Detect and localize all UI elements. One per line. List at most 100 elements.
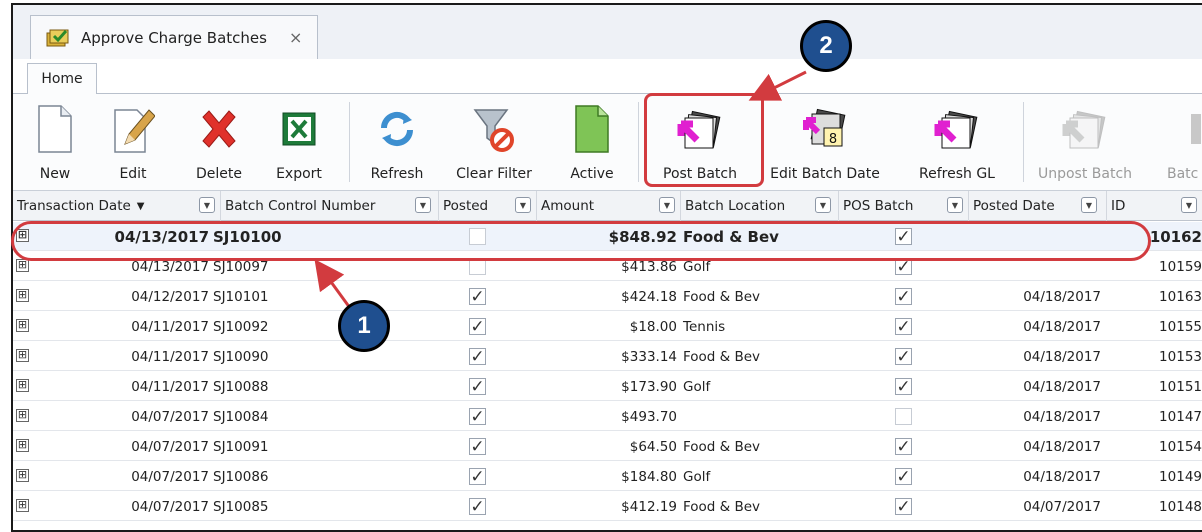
column-header-transaction-date[interactable]: Transaction Date ▼ ▼ — [13, 191, 221, 221]
pos-batch-checkbox[interactable]: ✓ — [895, 257, 912, 277]
column-header-posted-date[interactable]: Posted Date ▼ — [969, 191, 1107, 221]
table-row[interactable]: ⊞ 04/11/2017 SJ10090 ✓ $333.14 Food & Bev ✓ 04/… — [13, 342, 1202, 371]
close-tab-icon[interactable]: × — [289, 28, 302, 47]
ribbon-tab-strip: Home — [13, 59, 1202, 95]
posted-checkbox[interactable] — [469, 258, 486, 275]
column-header-batch-location[interactable]: Batch Location ▼ — [681, 191, 839, 221]
id-cell: 10151 — [1159, 378, 1202, 395]
tab-home[interactable]: Home — [27, 63, 97, 95]
id-cell: 10162 — [1149, 227, 1202, 246]
batch-button-partial[interactable]: Batc — [1161, 94, 1202, 191]
refresh-gl-button[interactable]: Refresh GL — [911, 94, 1003, 191]
pos-batch-checkbox[interactable]: ✓ — [895, 317, 912, 337]
id-cell: 10149 — [1159, 468, 1202, 485]
filter-dropdown-icon[interactable]: ▼ — [1181, 197, 1197, 213]
grid-header: Transaction Date ▼ ▼ Batch Control Numbe… — [13, 191, 1202, 221]
posted-date-cell: 04/18/2017 — [1023, 408, 1101, 425]
column-header-batch-control-number[interactable]: Batch Control Number ▼ — [221, 191, 439, 221]
posted-checkbox[interactable] — [469, 228, 486, 245]
pos-batch-checkbox[interactable]: ✓ — [895, 347, 912, 367]
batch-control-number-cell: SJ10086 — [213, 468, 269, 485]
table-row[interactable]: ⊞ 04/13/2017 SJ10097 $413.86 Golf ✓ 10159 — [13, 252, 1202, 281]
unpost-batch-icon — [1062, 110, 1106, 149]
id-cell: 10147 — [1159, 408, 1202, 425]
amount-cell: $173.90 — [621, 378, 677, 395]
post-batch-label: Post Batch — [663, 166, 737, 182]
pos-batch-checkbox[interactable]: ✓ — [895, 287, 912, 307]
unpost-batch-button[interactable]: Unpost Batch — [1031, 94, 1139, 191]
batch-control-number-cell: SJ10101 — [213, 288, 269, 305]
refresh-gl-icon — [934, 110, 978, 149]
post-batch-button[interactable]: Post Batch — [655, 94, 745, 191]
batch-control-number-cell: SJ10088 — [213, 378, 269, 395]
posted-checkbox[interactable]: ✓ — [469, 497, 486, 517]
pos-batch-checkbox[interactable]: ✓ — [895, 497, 912, 517]
batch-location-cell: Food & Bev — [683, 348, 761, 365]
posted-date-cell — [969, 252, 1101, 281]
filter-dropdown-icon[interactable]: ▼ — [947, 197, 963, 213]
table-row[interactable]: ⊞ 04/07/2017 SJ10084 ✓ $493.70 04/18/2017 1014… — [13, 402, 1202, 431]
new-label: New — [39, 166, 71, 182]
column-header-amount[interactable]: Amount ▼ — [537, 191, 681, 221]
posted-checkbox[interactable]: ✓ — [469, 347, 486, 367]
table-row[interactable]: ⊞ 04/11/2017 SJ10092 ✓ $18.00 Tennis ✓ 04/18/20… — [13, 312, 1202, 341]
batch-control-number-cell: SJ10085 — [213, 498, 269, 515]
amount-cell: $424.18 — [621, 288, 677, 305]
pos-batch-checkbox[interactable]: ✓ — [895, 227, 912, 247]
amount-header: Amount — [541, 198, 595, 214]
ribbon-toolbar: New Edit Delete Export Refresh Clear Fil… — [13, 94, 1202, 191]
document-tab[interactable]: Approve Charge Batches × — [30, 15, 318, 59]
posted-checkbox[interactable]: ✓ — [469, 317, 486, 337]
pos-batch-checkbox[interactable]: ✓ — [895, 437, 912, 457]
batch-icon — [1191, 114, 1201, 144]
amount-cell: $412.19 — [621, 498, 677, 515]
table-row[interactable]: ⊞ 04/12/2017 SJ10101 ✓ $424.18 Food & Bev ✓ 04/… — [13, 282, 1202, 311]
filter-dropdown-icon[interactable]: ▼ — [415, 197, 431, 213]
posted-checkbox[interactable]: ✓ — [469, 437, 486, 457]
pos-batch-checkbox[interactable]: ✓ — [895, 377, 912, 397]
batch-location-cell: Golf — [683, 468, 711, 485]
filter-dropdown-icon[interactable]: ▼ — [515, 197, 531, 213]
batch-location-cell: Tennis — [683, 318, 726, 335]
table-row[interactable]: ⊞ 04/11/2017 SJ10088 ✓ $173.90 Golf ✓ 04/18/201… — [13, 372, 1202, 401]
edit-button[interactable]: Edit — [105, 94, 161, 191]
amount-cell: $493.70 — [621, 408, 677, 425]
table-row[interactable]: ⊞ 04/07/2017 SJ10086 ✓ $184.80 Golf ✓ 04/18/201… — [13, 462, 1202, 491]
amount-cell: $184.80 — [621, 468, 677, 485]
filter-dropdown-icon[interactable]: ▼ — [199, 197, 215, 213]
transaction-date-cell: 04/12/2017 — [131, 288, 209, 305]
ribbon-separator — [349, 102, 350, 182]
clear-filter-button[interactable]: Clear Filter — [446, 94, 542, 191]
table-row[interactable]: ⊞ 04/07/2017 SJ10085 ✓ $412.19 Food & Bev ✓ 04/… — [13, 492, 1202, 521]
filter-dropdown-icon[interactable]: ▼ — [1081, 197, 1097, 213]
posted-date-header: Posted Date — [973, 198, 1055, 214]
column-header-posted[interactable]: Posted ▼ — [439, 191, 537, 221]
new-button[interactable]: New — [27, 94, 83, 191]
refresh-button[interactable]: Refresh — [362, 94, 432, 191]
column-header-id[interactable]: ID ▼ — [1107, 191, 1202, 221]
table-row[interactable]: ⊞ 04/13/2017 SJ10100 $848.92 Food & Bev ✓ 1016… — [13, 222, 1202, 251]
pos-batch-checkbox[interactable] — [895, 408, 912, 425]
pos-batch-checkbox[interactable]: ✓ — [895, 467, 912, 487]
column-header-pos-batch[interactable]: POS Batch ▼ — [839, 191, 969, 221]
posted-checkbox[interactable]: ✓ — [469, 407, 486, 427]
posted-checkbox[interactable]: ✓ — [469, 467, 486, 487]
export-button[interactable]: Export — [269, 94, 329, 191]
edit-batch-date-button[interactable]: 8 Edit Batch Date — [765, 94, 885, 191]
delete-icon — [202, 110, 236, 148]
posted-checkbox[interactable]: ✓ — [469, 377, 486, 397]
edit-label: Edit — [119, 166, 147, 182]
batch-location-cell: Golf — [683, 258, 711, 275]
posted-checkbox[interactable]: ✓ — [469, 287, 486, 307]
refresh-gl-label: Refresh GL — [919, 166, 995, 182]
delete-button[interactable]: Delete — [191, 94, 247, 191]
ribbon-separator — [1023, 102, 1024, 182]
pos-batch-header: POS Batch — [843, 198, 914, 214]
posted-date-cell: 04/18/2017 — [1023, 348, 1101, 365]
filter-dropdown-icon[interactable]: ▼ — [659, 197, 675, 213]
active-button[interactable]: Active — [564, 94, 620, 191]
transaction-date-header: Transaction Date — [17, 198, 131, 214]
posted-date-cell: 04/18/2017 — [1023, 468, 1101, 485]
table-row[interactable]: ⊞ 04/07/2017 SJ10091 ✓ $64.50 Food & Bev ✓ 04/1… — [13, 432, 1202, 461]
filter-dropdown-icon[interactable]: ▼ — [815, 197, 831, 213]
